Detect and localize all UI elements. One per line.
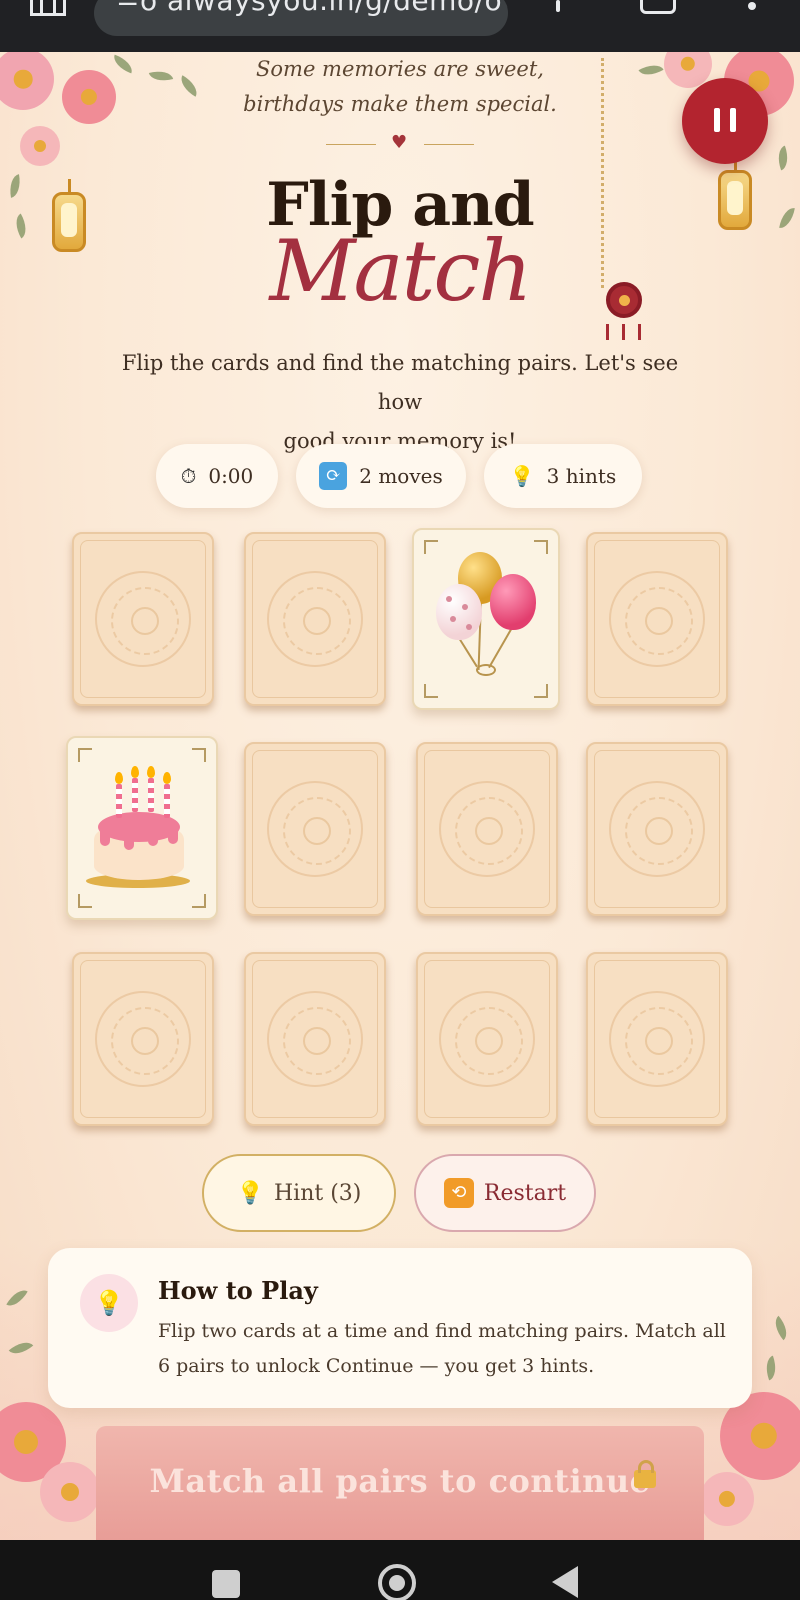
card-revealed-balloons[interactable] — [412, 528, 560, 710]
leaf-decoration — [10, 213, 32, 239]
leaf-decoration — [638, 59, 664, 81]
tassel-decoration — [638, 324, 641, 340]
tagline-line-2: birthdays make them special. — [243, 92, 557, 116]
leaf-decoration — [779, 206, 795, 230]
instructions-line-1: Flip the cards and find the matching pai… — [121, 351, 679, 414]
moves-badge: ⟳ 2 moves — [296, 444, 466, 508]
card-back[interactable] — [416, 952, 558, 1126]
divider-line — [424, 144, 474, 145]
tagline: Some memories are sweet, birthdays make … — [200, 52, 600, 122]
lightbulb-icon: 💡 — [80, 1274, 138, 1332]
mandala-pattern-icon — [609, 781, 705, 877]
hints-badge: 💡 3 hints — [484, 444, 642, 508]
game-page: Some memories are sweet, birthdays make … — [0, 52, 800, 1540]
leaf-decoration — [148, 67, 174, 85]
url-text: =o alwaysyou.in/g/demo/ov — [116, 0, 508, 17]
timer-value: 0:00 — [208, 464, 254, 488]
lightbulb-icon: 💡 — [236, 1180, 264, 1206]
flower-decoration — [20, 126, 60, 166]
restart-button-label: Restart — [483, 1180, 567, 1206]
mandala-pattern-icon — [95, 571, 191, 667]
mandala-pattern-icon — [439, 991, 535, 1087]
divider-line — [326, 144, 376, 145]
pause-icon — [714, 108, 720, 132]
mandala-pattern-icon — [609, 571, 705, 667]
lantern-decoration — [718, 157, 752, 230]
address-bar[interactable]: =o alwaysyou.in/g/demo/ov — [94, 0, 508, 36]
mandala-pattern-icon — [609, 991, 705, 1087]
mandala-pattern-icon — [267, 991, 363, 1087]
flower-decoration — [0, 52, 54, 110]
card-back[interactable] — [72, 532, 214, 706]
card-back[interactable] — [586, 952, 728, 1126]
pause-icon — [730, 108, 736, 132]
system-navigation-bar — [0, 1540, 800, 1600]
browser-toolbar: =o alwaysyou.in/g/demo/ov — [0, 0, 800, 52]
flower-decoration — [700, 1472, 754, 1526]
share-icon[interactable] — [556, 0, 560, 12]
mandala-pattern-icon — [267, 571, 363, 667]
repeat-icon: ⟳ — [319, 462, 348, 490]
recent-apps-icon[interactable] — [212, 1570, 240, 1598]
mandala-pattern-icon — [439, 781, 535, 877]
page-title-script: Match — [269, 222, 533, 320]
home-icon[interactable] — [30, 0, 66, 16]
timer-badge: ⏱ 0:00 — [156, 444, 278, 508]
flower-decoration — [40, 1462, 100, 1522]
tassel-decoration — [622, 324, 625, 340]
heart-icon: ♥ — [391, 132, 408, 153]
leaf-decoration — [7, 174, 23, 198]
restart-button[interactable]: ⟲ Restart — [414, 1154, 596, 1232]
continue-label: Match all pairs to continue — [149, 1462, 651, 1500]
tassel-decoration — [606, 324, 609, 340]
card-back[interactable] — [244, 952, 386, 1126]
leaf-decoration — [176, 75, 202, 97]
hint-button-label: Hint (3) — [274, 1180, 362, 1206]
lantern-decoration — [52, 179, 86, 252]
hints-value: 3 hints — [546, 464, 617, 488]
leaf-decoration — [773, 145, 793, 171]
stopwatch-icon: ⏱ — [180, 464, 197, 488]
card-back[interactable] — [416, 742, 558, 916]
card-back[interactable] — [244, 532, 386, 706]
hanging-ornament-decoration — [606, 282, 642, 318]
tagline-line-1: Some memories are sweet, — [256, 57, 544, 81]
lock-icon — [634, 1460, 656, 1488]
card-back[interactable] — [586, 742, 728, 916]
card-back[interactable] — [586, 532, 728, 706]
card-revealed-cake[interactable] — [66, 736, 218, 920]
hint-button[interactable]: 💡 Hint (3) — [202, 1154, 396, 1232]
leaf-decoration — [110, 54, 136, 74]
overflow-menu-icon[interactable] — [748, 2, 756, 10]
restart-icon: ⟲ — [443, 1178, 474, 1208]
card-back[interactable] — [72, 952, 214, 1126]
mandala-pattern-icon — [267, 781, 363, 877]
back-icon[interactable] — [552, 1566, 578, 1598]
lightbulb-icon: 💡 — [509, 464, 535, 488]
how-to-play-text: Flip two cards at a time and find matchi… — [158, 1320, 726, 1377]
pause-button[interactable] — [682, 78, 768, 164]
how-to-play-panel: 💡 How to Play Flip two cards at a time a… — [48, 1248, 752, 1408]
how-to-play-title: How to Play — [158, 1276, 318, 1305]
mandala-pattern-icon — [95, 991, 191, 1087]
continue-button[interactable]: Match all pairs to continue — [96, 1426, 704, 1540]
hanging-string-decoration — [601, 58, 604, 288]
moves-value: 2 moves — [359, 464, 443, 488]
home-button-icon[interactable] — [378, 1564, 416, 1600]
flower-decoration — [62, 70, 116, 124]
tab-switcher-icon[interactable] — [640, 0, 676, 14]
card-back[interactable] — [244, 742, 386, 916]
